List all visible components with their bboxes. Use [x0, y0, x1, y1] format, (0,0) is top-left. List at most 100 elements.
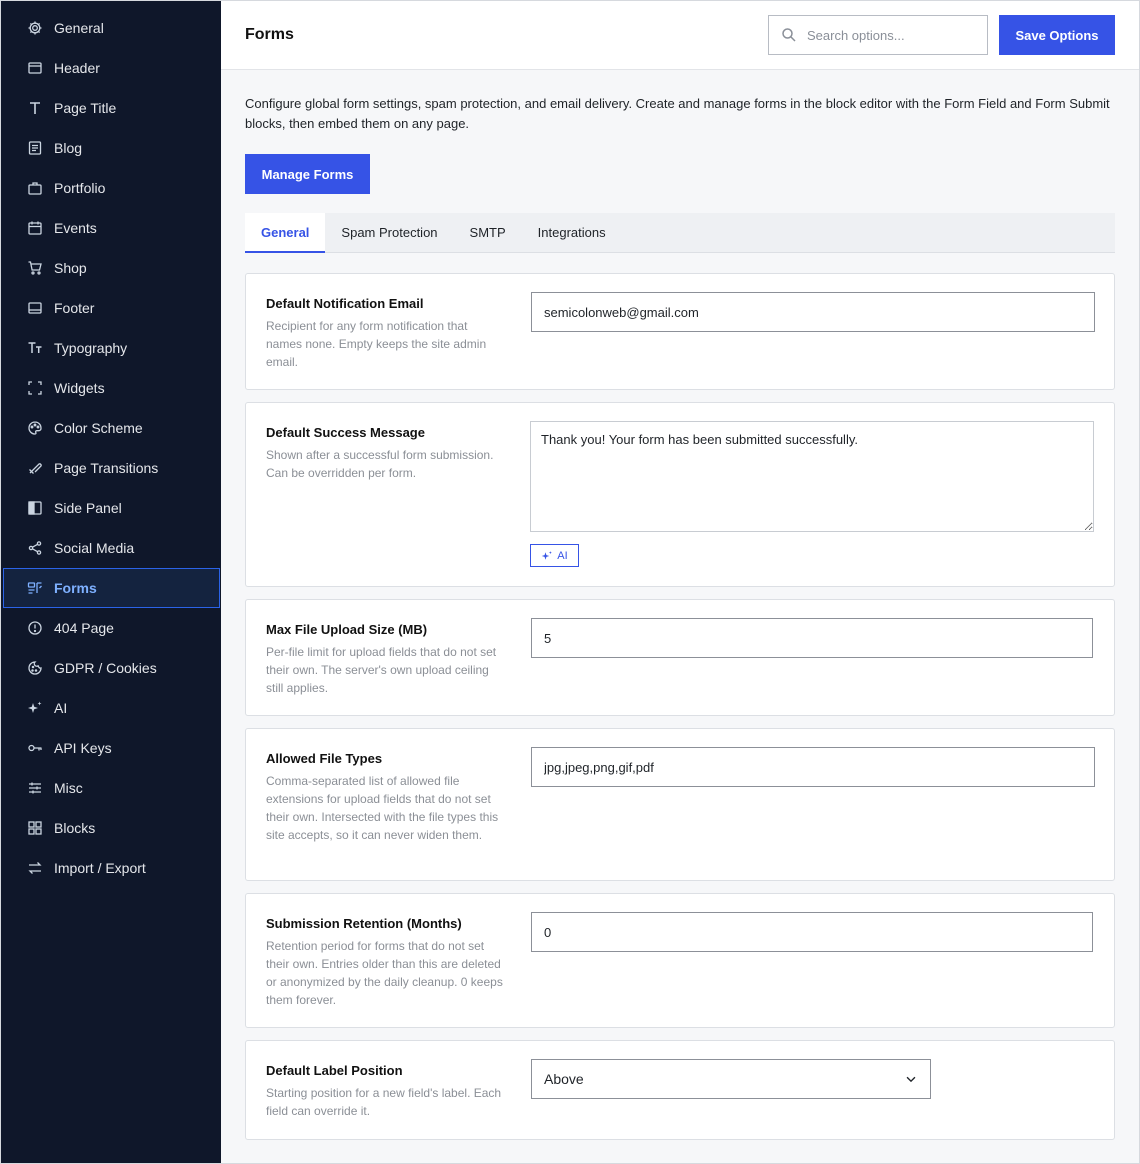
- max-upload-size-field[interactable]: [531, 618, 1093, 658]
- retention-months-field[interactable]: [531, 912, 1093, 952]
- sidebar-item-label: Side Panel: [54, 500, 122, 516]
- sidebar-item-label: GDPR / Cookies: [54, 660, 157, 676]
- sidebar-item-color-scheme[interactable]: Color Scheme: [3, 408, 220, 448]
- sidebar-item-import-export[interactable]: Import / Export: [3, 848, 220, 888]
- page-title: Forms: [245, 26, 294, 43]
- blocks-icon: [26, 819, 44, 837]
- sidebar-item-typography[interactable]: Typography: [3, 328, 220, 368]
- field-card-file-types: Allowed File Types Comma-separated list …: [245, 728, 1115, 881]
- sidebar-item-label: Page Transitions: [54, 460, 159, 476]
- sidebar-item-blog[interactable]: Blog: [3, 128, 220, 168]
- field-title: Default Notification Email: [266, 296, 424, 311]
- sidebar-item-label: Page Title: [54, 100, 117, 116]
- sidebar-item-page-transitions[interactable]: Page Transitions: [3, 448, 220, 488]
- share-icon: [26, 539, 44, 557]
- tab-integrations[interactable]: Integrations: [522, 213, 622, 252]
- search-box[interactable]: [768, 15, 988, 55]
- tab-smtp[interactable]: SMTP: [454, 213, 522, 252]
- sidebar-item-404-page[interactable]: 404 Page: [3, 608, 220, 648]
- sidebar-item-label: General: [54, 20, 104, 36]
- field-card-retention: Submission Retention (Months) Retention …: [245, 893, 1115, 1028]
- search-icon: [782, 28, 796, 42]
- sidebar-item-label: Widgets: [54, 380, 105, 396]
- content: Configure global form settings, spam pro…: [221, 94, 1139, 1140]
- sidebar-item-label: 404 Page: [54, 620, 114, 636]
- ai-assist-button[interactable]: AI: [530, 544, 579, 567]
- sidebar-item-label: Blocks: [54, 820, 96, 836]
- save-options-button[interactable]: Save Options: [999, 15, 1115, 55]
- field-card-success-message: Default Success Message Shown after a su…: [245, 402, 1115, 587]
- title-icon: [26, 99, 44, 117]
- tab-general[interactable]: General: [245, 213, 326, 253]
- sidebar-item-events[interactable]: Events: [3, 208, 220, 248]
- sidebar-item-widgets[interactable]: Widgets: [3, 368, 220, 408]
- success-message-textarea[interactable]: Thank you! Your form has been submitted …: [530, 421, 1094, 532]
- side-panel-icon: [26, 499, 44, 517]
- sidebar-item-blocks[interactable]: Blocks: [3, 808, 220, 848]
- field-description: Shown after a successful form submission…: [266, 448, 494, 480]
- calendar-icon: [26, 219, 44, 237]
- transitions-icon: [26, 459, 44, 477]
- sidebar-item-page-title[interactable]: Page Title: [3, 88, 220, 128]
- typography-icon: [26, 339, 44, 357]
- top-bar: Forms Save Options: [221, 1, 1139, 70]
- sidebar-item-gdpr-cookies[interactable]: GDPR / Cookies: [3, 648, 220, 688]
- tab-spam-protection[interactable]: Spam Protection: [325, 213, 453, 252]
- select-value: Above: [544, 1071, 584, 1087]
- blog-icon: [26, 139, 44, 157]
- manage-forms-button[interactable]: Manage Forms: [245, 154, 370, 194]
- intro-text: Configure global form settings, spam pro…: [245, 96, 1110, 131]
- sidebar-item-label: Blog: [54, 140, 83, 156]
- gear-icon: [26, 19, 44, 37]
- swap-icon: [26, 859, 44, 877]
- app-window: General Header Page Title Blog Portfolio…: [0, 0, 1140, 1164]
- main-panel: Forms Save Options Configure global form…: [221, 1, 1139, 1163]
- allowed-file-types-field[interactable]: [531, 747, 1095, 787]
- forms-icon: [26, 579, 44, 597]
- cookie-icon: [26, 659, 44, 677]
- field-description: Retention period for forms that do not s…: [266, 939, 503, 1007]
- field-title: Allowed File Types: [266, 751, 383, 766]
- footer-icon: [26, 299, 44, 317]
- sidebar-item-label: Typography: [54, 340, 128, 356]
- sidebar-item-label: AI: [54, 700, 68, 716]
- field-description: Recipient for any form notification that…: [266, 319, 487, 369]
- field-card-label-position: Default Label Position Starting position…: [245, 1040, 1115, 1140]
- sidebar-item-forms[interactable]: Forms: [3, 568, 220, 608]
- sparkle-icon: [26, 699, 44, 717]
- sidebar-item-side-panel[interactable]: Side Panel: [3, 488, 220, 528]
- search-input[interactable]: [807, 27, 967, 43]
- sidebar-item-label: Header: [54, 60, 100, 76]
- field-description: Comma-separated list of allowed file ext…: [266, 774, 499, 842]
- sidebar-item-label: API Keys: [54, 740, 112, 756]
- sidebar-item-general[interactable]: General: [3, 8, 220, 48]
- ai-button-label: AI: [557, 549, 568, 562]
- sidebar-item-label: Forms: [54, 580, 97, 596]
- label-position-select[interactable]: Above: [531, 1059, 931, 1099]
- header-icon: [26, 59, 44, 77]
- sliders-icon: [26, 779, 44, 797]
- sidebar-item-portfolio[interactable]: Portfolio: [3, 168, 220, 208]
- chevron-down-icon: [906, 1076, 916, 1083]
- sidebar-item-ai[interactable]: AI: [3, 688, 220, 728]
- sidebar-item-shop[interactable]: Shop: [3, 248, 220, 288]
- sidebar: General Header Page Title Blog Portfolio…: [1, 1, 221, 1163]
- sidebar-item-label: Color Scheme: [54, 420, 143, 436]
- tab-bar: General Spam Protection SMTP Integration…: [245, 213, 1115, 253]
- sidebar-item-social-media[interactable]: Social Media: [3, 528, 220, 568]
- field-title: Default Label Position: [266, 1063, 403, 1078]
- sidebar-item-api-keys[interactable]: API Keys: [3, 728, 220, 768]
- field-description: Per-file limit for upload fields that do…: [266, 645, 497, 695]
- field-title: Default Success Message: [266, 425, 425, 440]
- sidebar-item-misc[interactable]: Misc: [3, 768, 220, 808]
- key-icon: [26, 739, 44, 757]
- field-card-notification-email: Default Notification Email Recipient for…: [245, 273, 1115, 390]
- sidebar-item-label: Social Media: [54, 540, 135, 556]
- field-card-max-upload: Max File Upload Size (MB) Per-file limit…: [245, 599, 1115, 716]
- field-title: Max File Upload Size (MB): [266, 622, 428, 637]
- notification-email-field[interactable]: [531, 292, 1095, 332]
- sidebar-item-label: Import / Export: [54, 860, 146, 876]
- sidebar-item-footer[interactable]: Footer: [3, 288, 220, 328]
- sidebar-item-header[interactable]: Header: [3, 48, 220, 88]
- sidebar-item-label: Footer: [54, 300, 95, 316]
